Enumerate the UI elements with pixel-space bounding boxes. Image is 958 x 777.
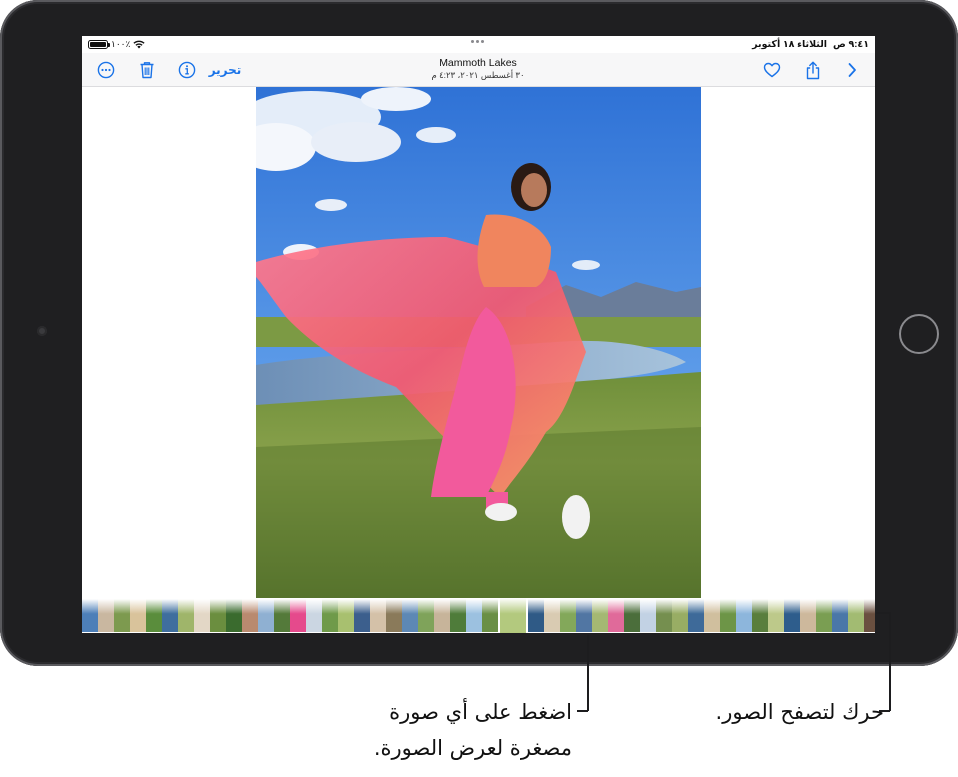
battery-icon [88, 40, 110, 49]
more-icon [97, 61, 115, 79]
thumbnail[interactable] [322, 599, 338, 632]
thumbnail-selected[interactable] [498, 598, 528, 633]
home-button[interactable] [899, 314, 939, 354]
screen: ١٠٠٪ ٩:٤١ ص الثلاثاء ١٨ أكتوبر تحرير Mam… [82, 36, 875, 633]
multitasking-dots[interactable] [471, 40, 484, 43]
thumbnail[interactable] [656, 599, 672, 632]
thumbnail[interactable] [450, 599, 466, 632]
main-photo-image [256, 87, 701, 598]
callout-line-scrub-head [876, 612, 890, 614]
thumbnail[interactable] [544, 599, 560, 632]
chevron-right-icon [848, 63, 856, 77]
thumbnail[interactable] [210, 599, 226, 632]
thumbnail[interactable] [226, 599, 242, 632]
trash-icon [140, 62, 154, 79]
thumbnail[interactable] [800, 599, 816, 632]
callout-scrub-text: حرك لتصفح الصور. [715, 700, 884, 724]
thumbnail[interactable] [704, 599, 720, 632]
status-bar: ١٠٠٪ ٩:٤١ ص الثلاثاء ١٨ أكتوبر [82, 36, 875, 53]
thumbnail[interactable] [354, 599, 370, 632]
thumbnail[interactable] [784, 599, 800, 632]
info-icon [178, 61, 196, 79]
thumbnail[interactable] [624, 599, 640, 632]
more-button[interactable] [96, 60, 116, 80]
thumbnail[interactable] [816, 599, 832, 632]
callout-tap-line2: مصغرة لعرض الصورة. [373, 736, 572, 760]
thumbnail[interactable] [386, 599, 402, 632]
battery-fill [90, 42, 106, 47]
favorite-button[interactable] [762, 60, 782, 80]
thumbnail[interactable] [672, 599, 688, 632]
share-icon [806, 61, 820, 79]
thumbnail[interactable] [576, 599, 592, 632]
thumbnail[interactable] [848, 599, 864, 632]
thumbnail[interactable] [418, 599, 434, 632]
edit-button[interactable]: تحرير [208, 60, 242, 80]
thumbnail-filmstrip[interactable] [82, 598, 875, 633]
delete-button[interactable] [137, 60, 157, 80]
callout-scrub: حرك لتصفح الصور. [684, 694, 884, 730]
front-camera [37, 326, 47, 336]
battery-percent: ١٠٠٪ [111, 39, 131, 49]
thumbnail[interactable] [592, 599, 608, 632]
callout-line-tap [587, 635, 589, 711]
heart-icon [763, 62, 781, 78]
thumbnail[interactable] [720, 599, 736, 632]
status-time: ٩:٤١ ص [833, 39, 869, 50]
thumbnail[interactable] [114, 599, 130, 632]
callout-line-tap-foot [577, 710, 588, 712]
photo-viewer[interactable] [82, 87, 875, 598]
photo-title: Mammoth Lakes [439, 57, 517, 69]
thumbnail[interactable] [688, 599, 704, 632]
thumbnail[interactable] [338, 599, 354, 632]
thumbnail[interactable] [434, 599, 450, 632]
ipad-frame: ١٠٠٪ ٩:٤١ ص الثلاثاء ١٨ أكتوبر تحرير Mam… [0, 0, 958, 666]
thumbnail[interactable] [258, 599, 274, 632]
info-button[interactable] [177, 60, 197, 80]
thumbnail[interactable] [242, 599, 258, 632]
thumbnail[interactable] [752, 599, 768, 632]
thumbnail[interactable] [130, 599, 146, 632]
status-left: ١٠٠٪ [88, 39, 145, 50]
thumbnail[interactable] [146, 599, 162, 632]
photo-title-block: Mammoth Lakes ٣٠ أغسطس ٢٠٢١، ٤:٢٣ م [378, 57, 578, 81]
status-right: ٩:٤١ ص الثلاثاء ١٨ أكتوبر [752, 39, 869, 50]
thumbnail[interactable] [608, 599, 624, 632]
thumbnail[interactable] [736, 599, 752, 632]
status-date: الثلاثاء ١٨ أكتوبر [752, 39, 828, 50]
thumbnail[interactable] [482, 599, 498, 632]
thumbnail[interactable] [370, 599, 386, 632]
thumbnail[interactable] [402, 599, 418, 632]
thumbnail[interactable] [274, 599, 290, 632]
thumbnail[interactable] [640, 599, 656, 632]
thumbnail[interactable] [560, 599, 576, 632]
thumbnail[interactable] [768, 599, 784, 632]
callout-tap-line1: اضغط على أي صورة [389, 700, 572, 724]
thumbnail[interactable] [162, 599, 178, 632]
main-photo[interactable] [256, 87, 701, 598]
thumbnail[interactable] [178, 599, 194, 632]
thumbnail[interactable] [864, 599, 875, 632]
photo-toolbar: تحرير Mammoth Lakes ٣٠ أغسطس ٢٠٢١، ٤:٢٣ … [82, 53, 875, 87]
thumbnail[interactable] [290, 599, 306, 632]
thumbnail[interactable] [832, 599, 848, 632]
callout-line-scrub [889, 612, 891, 711]
thumbnail[interactable] [466, 599, 482, 632]
callout-tap-thumbnail: اضغط على أي صورة مصغرة لعرض الصورة. [312, 694, 572, 766]
thumbnail[interactable] [528, 599, 544, 632]
edit-label: تحرير [208, 63, 242, 77]
thumbnail[interactable] [82, 599, 98, 632]
thumbnail[interactable] [306, 599, 322, 632]
share-button[interactable] [803, 60, 823, 80]
next-button[interactable] [844, 60, 860, 80]
thumbnail[interactable] [98, 599, 114, 632]
wifi-icon [133, 40, 145, 49]
photo-date: ٣٠ أغسطس ٢٠٢١، ٤:٢٣ م [431, 70, 525, 80]
thumbnail[interactable] [194, 599, 210, 632]
